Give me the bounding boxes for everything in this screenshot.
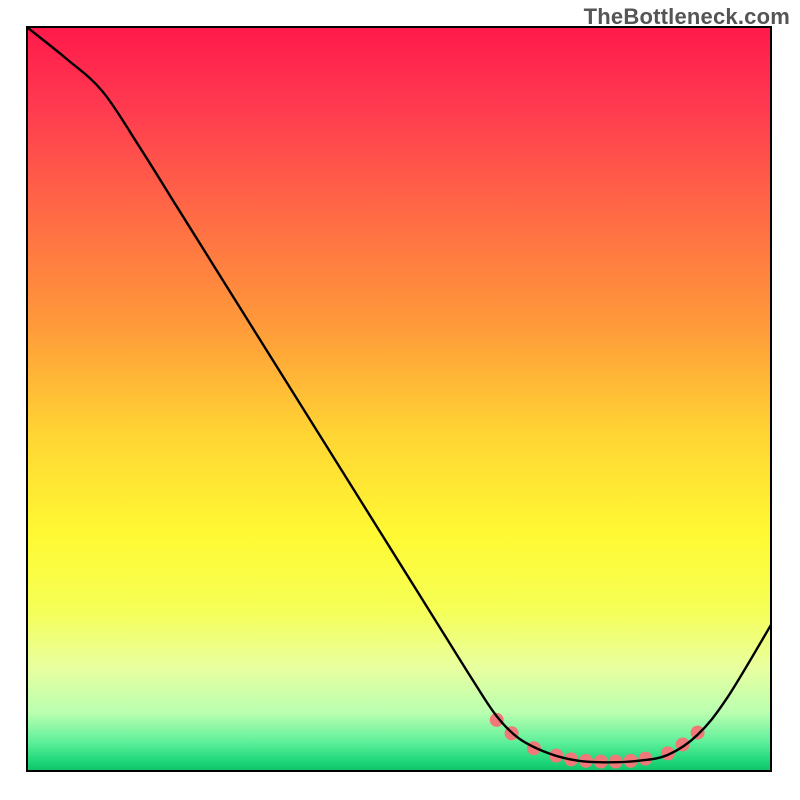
bottleneck-curve (28, 28, 772, 762)
curve-overlay (28, 28, 772, 772)
plot-area (28, 28, 772, 772)
chart-container: TheBottleneck.com (0, 0, 800, 800)
watermark-label: TheBottleneck.com (584, 4, 790, 30)
marker-dot (691, 726, 705, 740)
